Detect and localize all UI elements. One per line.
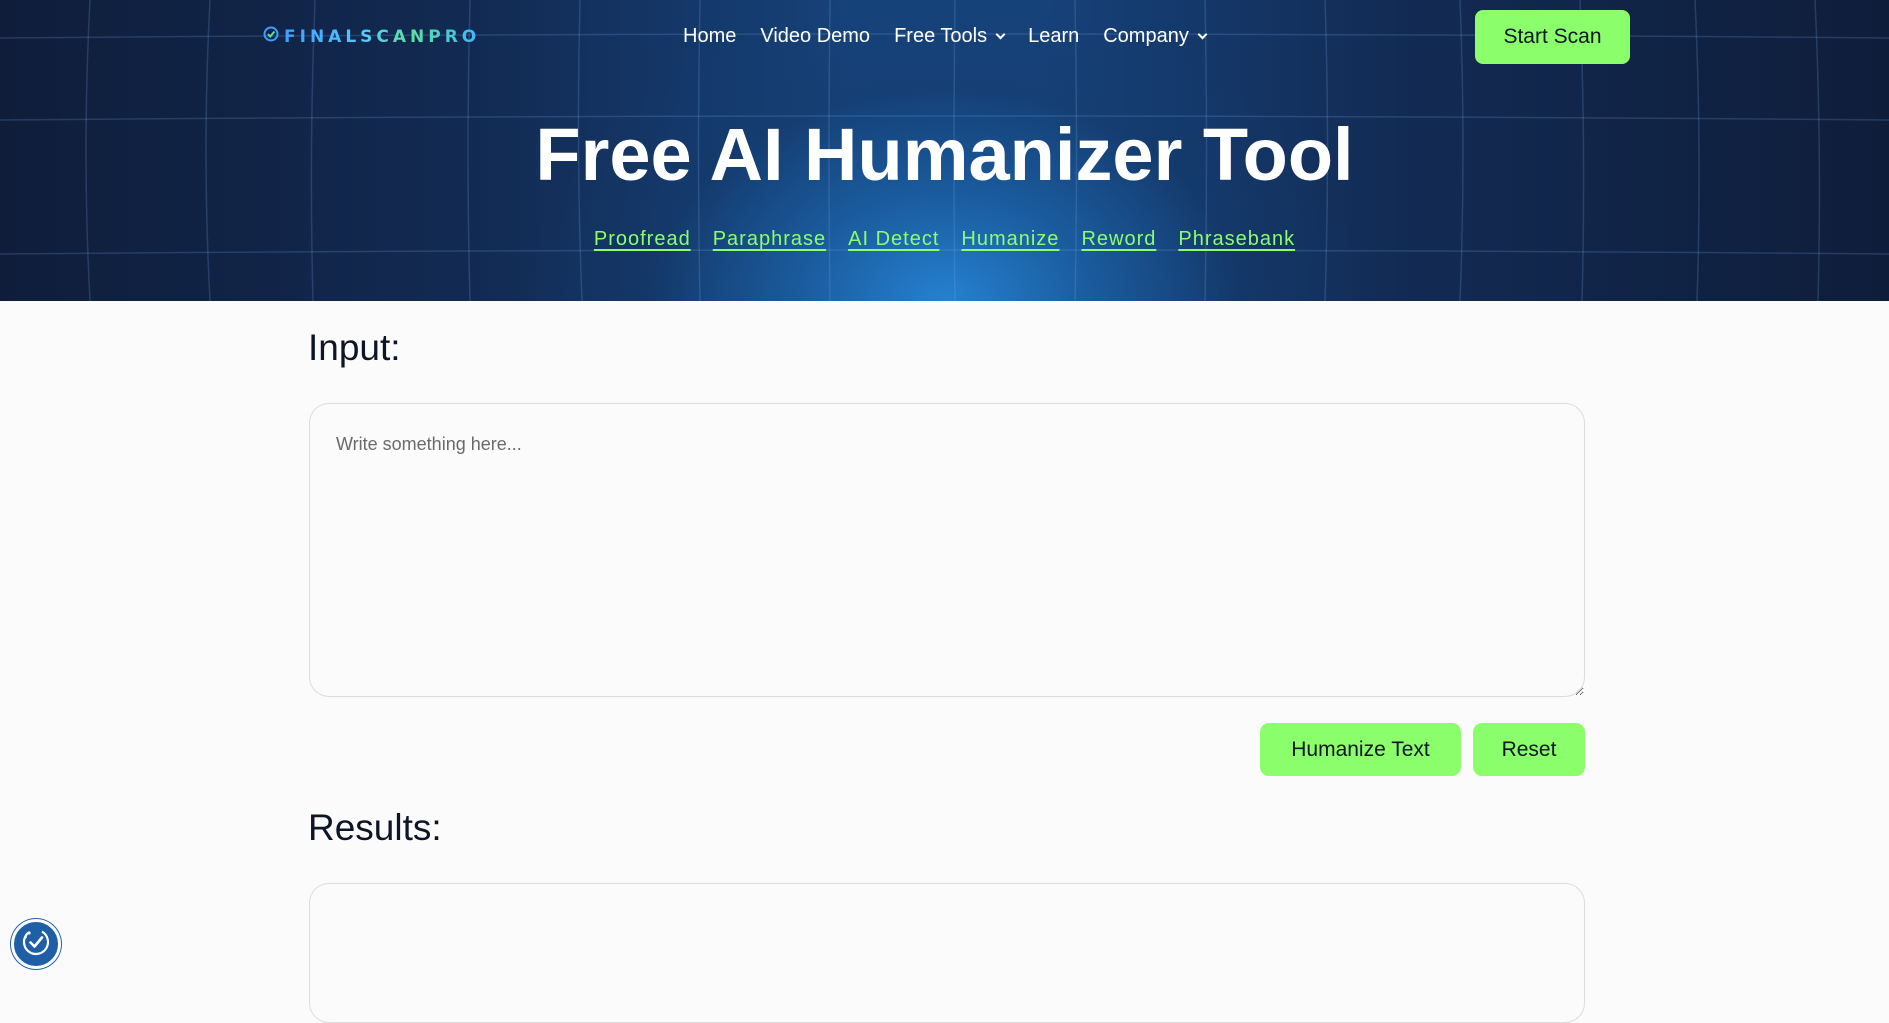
nav-video-demo[interactable]: Video Demo	[760, 25, 870, 48]
start-scan-button[interactable]: Start Scan	[1475, 10, 1630, 64]
nav-free-tools[interactable]: Free Tools	[894, 25, 1006, 48]
nav-learn[interactable]: Learn	[1028, 25, 1079, 48]
tool-links: Proofread Paraphrase AI Detect Humanize …	[0, 228, 1889, 251]
tool-link-ai-detect[interactable]: AI Detect	[848, 228, 939, 251]
results-heading: Results:	[308, 807, 442, 848]
nav-home[interactable]: Home	[683, 25, 736, 48]
tool-link-proofread[interactable]: Proofread	[594, 228, 691, 251]
nav-links: Home Video Demo Free Tools Learn Company	[683, 25, 1208, 48]
tool-link-phrasebank[interactable]: Phrasebank	[1178, 228, 1295, 251]
chevron-down-icon	[995, 29, 1006, 40]
reset-button[interactable]: Reset	[1473, 723, 1585, 776]
nav-free-tools-label: Free Tools	[894, 25, 988, 47]
top-navigation: FINALSCANPRO Home Video Demo Free Tools …	[0, 0, 1889, 74]
input-textarea[interactable]	[309, 403, 1585, 697]
humanize-text-button[interactable]: Humanize Text	[1260, 723, 1461, 776]
tool-link-paraphrase[interactable]: Paraphrase	[713, 228, 826, 251]
chevron-down-icon	[1197, 29, 1208, 40]
input-heading: Input:	[308, 327, 401, 368]
check-badge-icon	[263, 26, 279, 47]
page-title: Free AI Humanizer Tool	[535, 113, 1354, 196]
logo-text: FINALSCANPRO	[284, 26, 481, 47]
nav-home-label: Home	[683, 25, 737, 47]
nav-learn-label: Learn	[1028, 25, 1080, 47]
results-output	[309, 883, 1585, 1023]
nav-video-demo-label: Video Demo	[760, 25, 871, 47]
accessibility-button[interactable]	[11, 919, 61, 969]
nav-company-label: Company	[1103, 25, 1189, 47]
tool-link-humanize[interactable]: Humanize	[961, 228, 1059, 251]
tool-link-reword[interactable]: Reword	[1081, 228, 1156, 251]
accessibility-icon	[20, 926, 52, 963]
nav-company[interactable]: Company	[1103, 25, 1208, 48]
hero-banner: FINALSCANPRO Home Video Demo Free Tools …	[0, 0, 1889, 301]
logo[interactable]: FINALSCANPRO	[263, 26, 480, 47]
